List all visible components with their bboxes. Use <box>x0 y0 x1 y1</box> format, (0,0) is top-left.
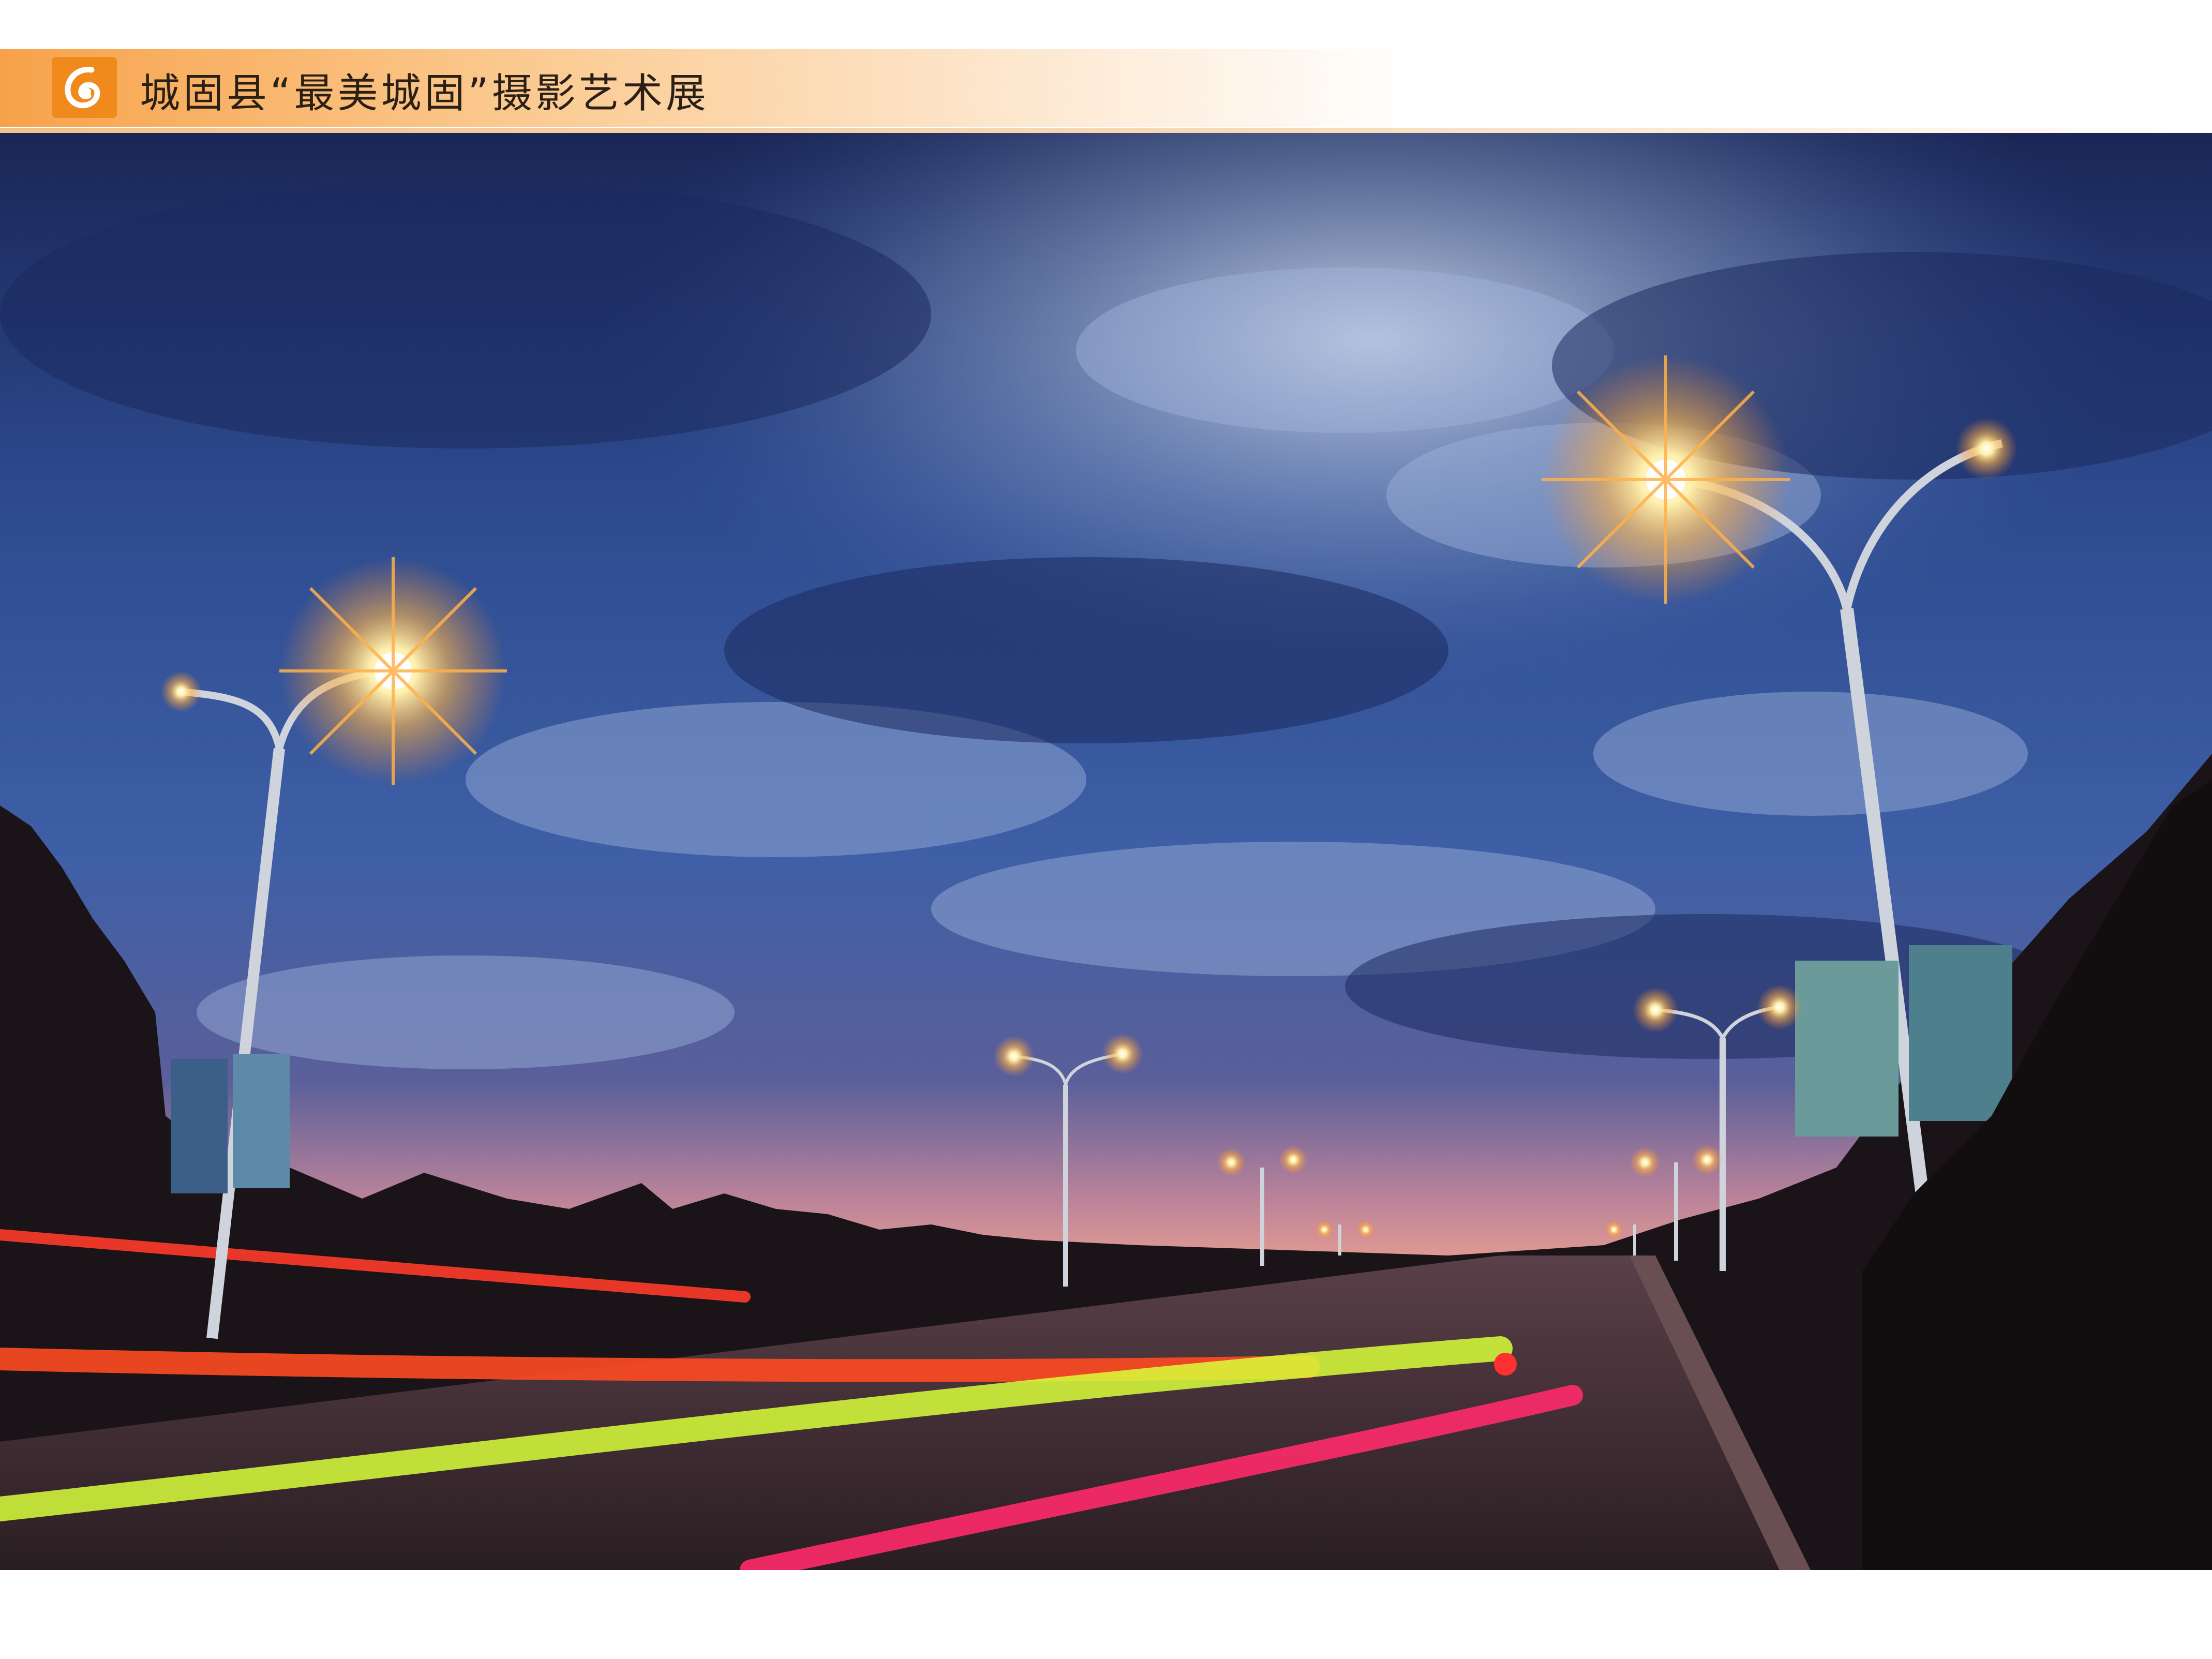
orange-logo-icon <box>65 67 100 109</box>
exhibition-title: 城固县“最美城固”摄影艺术展 <box>140 70 709 117</box>
street-at-dusk-photo <box>0 133 2212 1570</box>
header-divider <box>0 128 2212 133</box>
logo <box>52 57 117 118</box>
